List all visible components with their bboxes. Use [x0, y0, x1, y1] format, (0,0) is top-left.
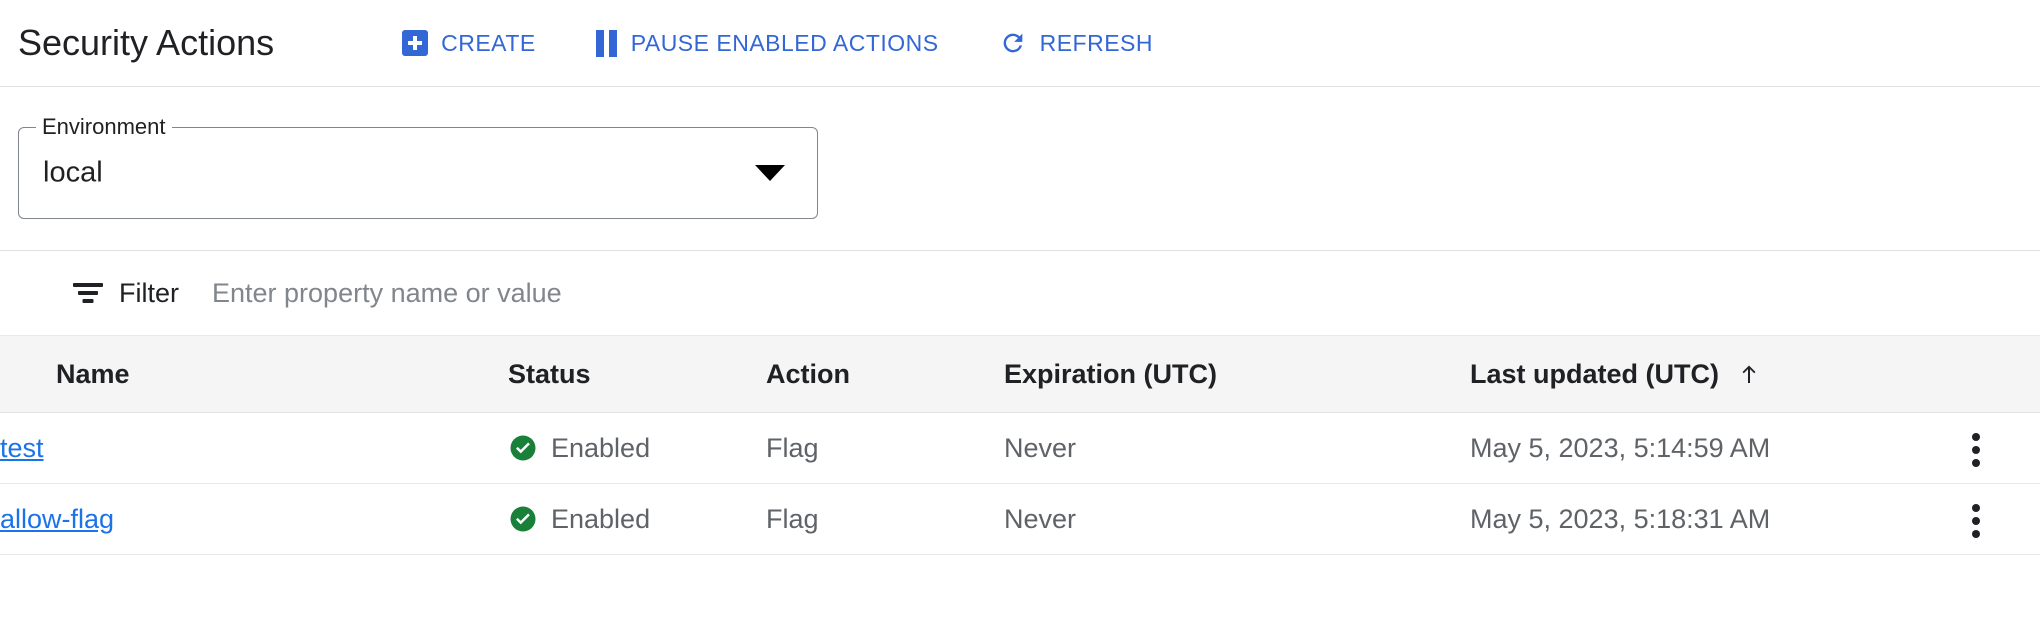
filter-bar: Filter [0, 250, 2040, 335]
chevron-down-icon[interactable] [755, 165, 785, 181]
cell-action: Flag [766, 483, 1004, 555]
cell-row-menu [1970, 483, 2040, 555]
column-header-status[interactable]: Status [508, 335, 766, 413]
status-label: Enabled [551, 432, 651, 463]
action-name-link[interactable]: test [0, 433, 44, 463]
column-header-row-menu [1970, 335, 2040, 413]
cell-status: Enabled [508, 412, 766, 484]
table-row[interactable]: allow-flag Enabled Flag Never May 5, 202… [0, 483, 2040, 555]
table-body: test Enabled Flag Never May 5, 2023, 5:1… [0, 412, 2040, 555]
cell-last-updated: May 5, 2023, 5:14:59 AM [1470, 412, 1970, 484]
refresh-button[interactable]: REFRESH [983, 21, 1169, 65]
table-header-row: Name Status Action Expiration (UTC) Last… [0, 335, 2040, 413]
page-header: Security Actions CREATE PAUSE ENABLED AC… [0, 0, 2040, 87]
table-header: Name Status Action Expiration (UTC) Last… [0, 335, 2040, 413]
environment-selected-value: local [43, 156, 103, 189]
status-label: Enabled [551, 503, 651, 534]
filter-input[interactable] [212, 277, 1112, 309]
refresh-button-label: REFRESH [1039, 29, 1154, 56]
refresh-icon [999, 29, 1027, 57]
cell-name: test [0, 412, 508, 484]
pause-enabled-actions-button-label: PAUSE ENABLED ACTIONS [630, 29, 939, 56]
cell-name: allow-flag [0, 483, 508, 555]
column-header-name[interactable]: Name [0, 335, 508, 413]
create-button[interactable]: CREATE [386, 22, 552, 65]
filter-label: Filter [119, 277, 179, 308]
page-title: Security Actions [18, 22, 275, 63]
check-circle-icon [508, 504, 538, 534]
column-header-last-updated[interactable]: Last updated (UTC) [1470, 335, 1970, 413]
environment-select[interactable]: Environment local [18, 115, 818, 219]
column-header-last-updated-label: Last updated (UTC) [1470, 358, 1719, 389]
cell-action: Flag [766, 412, 1004, 484]
column-header-expiration-label: Expiration (UTC) [1004, 358, 1217, 389]
column-header-name-label: Name [56, 358, 130, 389]
cell-row-menu [1970, 412, 2040, 484]
action-name-link[interactable]: allow-flag [0, 504, 114, 534]
cell-expiration: Never [1004, 483, 1470, 555]
environment-label: Environment [36, 115, 172, 139]
cell-expiration: Never [1004, 412, 1470, 484]
arrow-upward-icon[interactable] [1737, 360, 1761, 388]
column-header-action[interactable]: Action [766, 335, 1004, 413]
security-actions-table: Name Status Action Expiration (UTC) Last… [0, 335, 2040, 555]
table-row[interactable]: test Enabled Flag Never May 5, 2023, 5:1… [0, 412, 2040, 484]
column-header-status-label: Status [508, 358, 591, 389]
environment-section: Environment local [0, 87, 2040, 250]
plus-icon [402, 30, 429, 56]
create-button-label: CREATE [441, 29, 536, 56]
filter-list-icon [73, 282, 103, 304]
pause-enabled-actions-button[interactable]: PAUSE ENABLED ACTIONS [580, 22, 955, 65]
header-toolbar: CREATE PAUSE ENABLED ACTIONS REFRESH [386, 21, 1169, 65]
check-circle-icon [508, 433, 538, 463]
cell-status: Enabled [508, 483, 766, 555]
column-header-expiration[interactable]: Expiration (UTC) [1004, 335, 1470, 413]
cell-last-updated: May 5, 2023, 5:18:31 AM [1470, 483, 1970, 555]
column-header-action-label: Action [766, 358, 850, 389]
pause-icon [595, 29, 618, 57]
